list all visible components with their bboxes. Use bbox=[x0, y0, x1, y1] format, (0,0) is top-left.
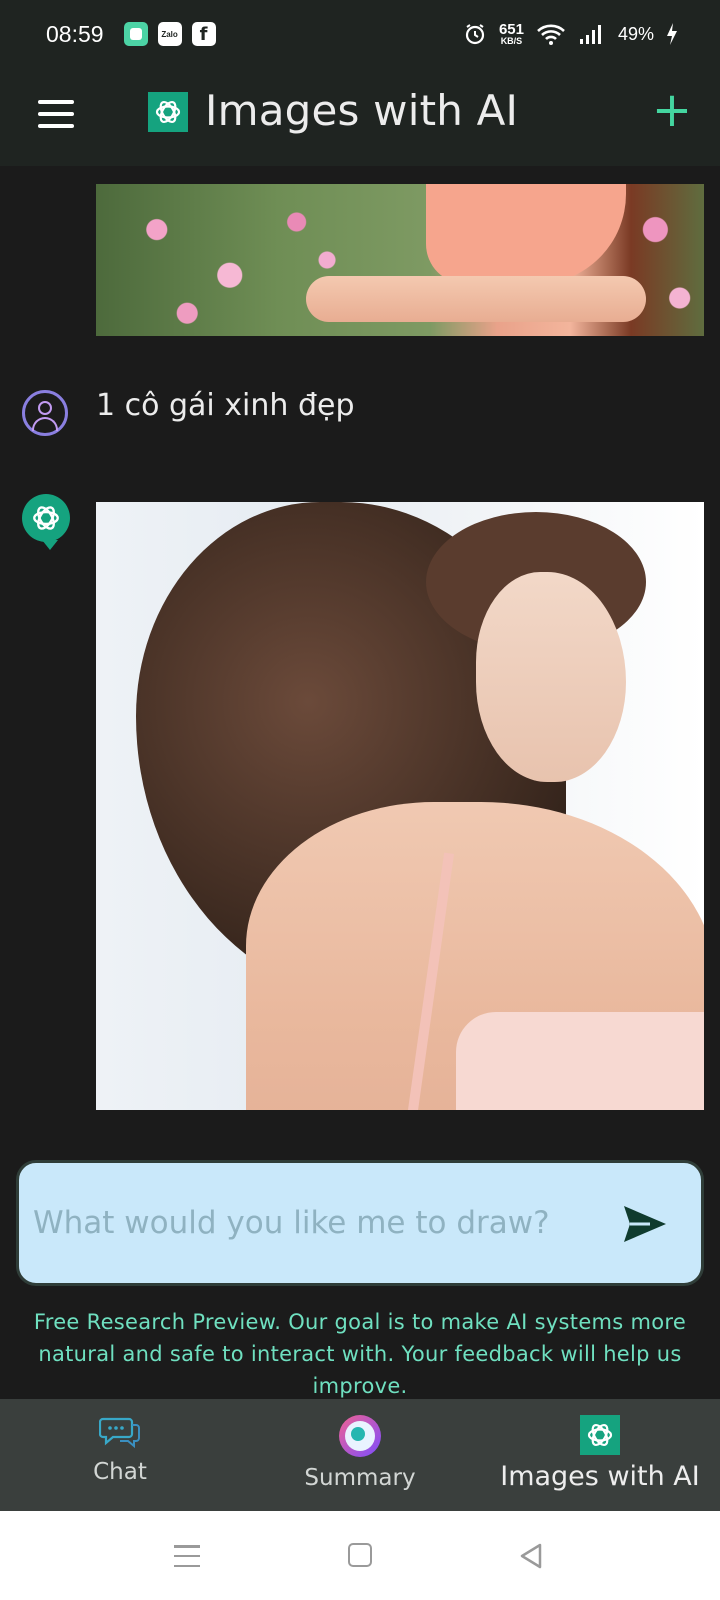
system-nav-bar bbox=[0, 1511, 720, 1600]
app-notification-icon bbox=[123, 22, 148, 46]
home-button[interactable] bbox=[348, 1543, 372, 1567]
recent-apps-button[interactable] bbox=[174, 1545, 200, 1567]
status-time: 08:59 bbox=[46, 20, 104, 47]
page-title: Images with AI bbox=[205, 86, 519, 135]
user-avatar-icon bbox=[22, 390, 68, 436]
signal-icon bbox=[579, 25, 601, 44]
alarm-icon bbox=[465, 24, 485, 45]
user-message: 1 cô gái xinh đẹp bbox=[96, 388, 355, 423]
battery-level: 49% bbox=[617, 23, 654, 44]
tab-images-label: Images with AI bbox=[500, 1461, 700, 1492]
menu-icon[interactable] bbox=[38, 100, 74, 128]
status-bar: 08:59 Zalo f 651 KB/S 49% bbox=[0, 0, 720, 68]
tab-chat-label: Chat bbox=[93, 1459, 147, 1485]
wifi-icon bbox=[537, 24, 565, 45]
tab-summary-label: Summary bbox=[304, 1465, 416, 1491]
new-chat-button[interactable]: + bbox=[650, 86, 694, 134]
app-bar: Images with AI + bbox=[0, 68, 720, 166]
disclaimer-text: Free Research Preview. Our goal is to ma… bbox=[33, 1310, 687, 1398]
chat-bubbles-icon bbox=[99, 1417, 140, 1449]
send-button[interactable] bbox=[619, 1199, 671, 1249]
facebook-icon: f bbox=[191, 22, 216, 46]
bottom-tab-bar: Chat Summary Images with AI bbox=[0, 1399, 720, 1511]
assistant-avatar-icon bbox=[22, 494, 70, 550]
chat-list: 1 cô gái xinh đẹp bbox=[0, 166, 720, 1399]
tab-images-with-ai[interactable]: Images with AI bbox=[480, 1399, 720, 1511]
send-icon bbox=[624, 1206, 666, 1242]
summary-search-icon bbox=[339, 1415, 381, 1457]
prompt-input-container bbox=[16, 1160, 704, 1286]
openai-logo-icon bbox=[148, 92, 188, 132]
back-button[interactable] bbox=[518, 1543, 544, 1569]
network-speed: 651 KB/S bbox=[498, 21, 524, 46]
charging-icon bbox=[667, 23, 677, 45]
tab-summary[interactable]: Summary bbox=[240, 1399, 480, 1511]
generated-image-flowers[interactable] bbox=[96, 184, 704, 336]
openai-logo-icon bbox=[580, 1415, 620, 1455]
prompt-input[interactable] bbox=[33, 1193, 593, 1253]
tab-chat[interactable]: Chat bbox=[0, 1399, 240, 1511]
zalo-icon: Zalo bbox=[157, 22, 182, 46]
generated-image-portrait[interactable] bbox=[96, 502, 704, 1110]
